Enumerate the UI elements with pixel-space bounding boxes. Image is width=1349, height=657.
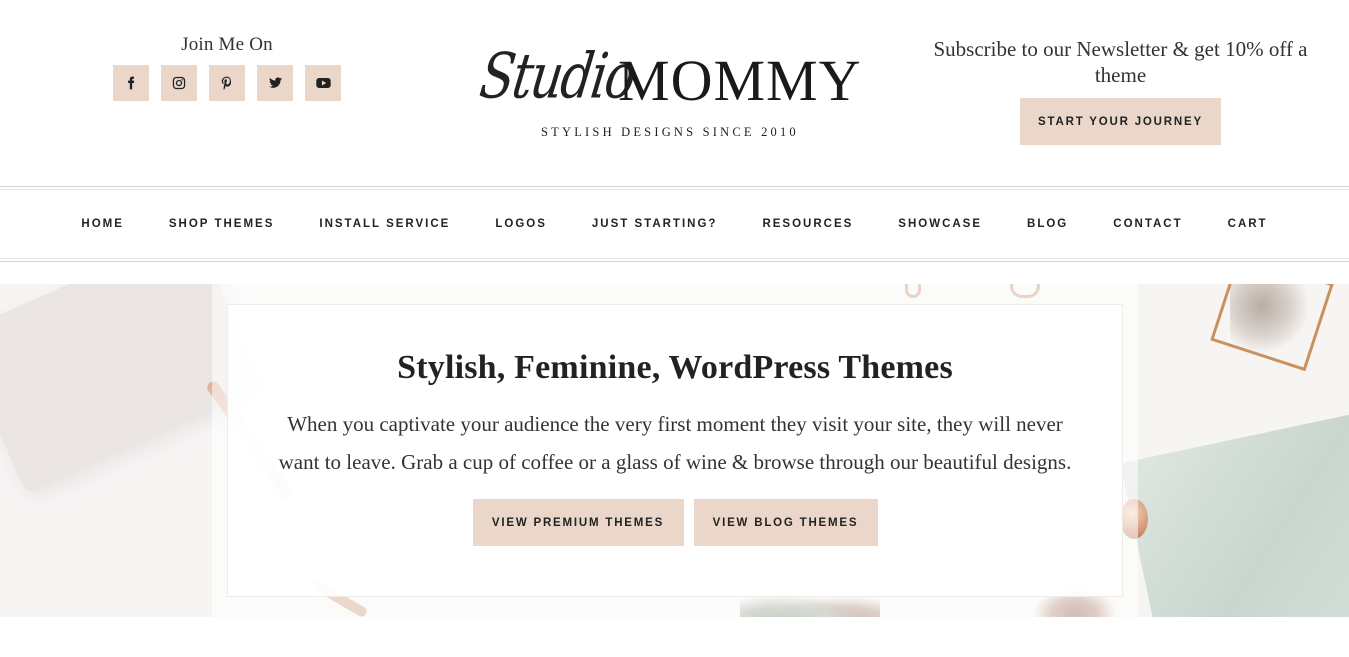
- view-blog-themes-button[interactable]: VIEW BLOG THEMES: [693, 499, 878, 546]
- main-nav: HOME SHOP THEMES INSTALL SERVICE LOGOS J…: [0, 186, 1349, 262]
- facebook-icon: [128, 76, 135, 90]
- nav-item-contact[interactable]: CONTACT: [1113, 218, 1182, 230]
- hero-title: Stylish, Feminine, WordPress Themes: [397, 349, 953, 386]
- nav-item-showcase[interactable]: SHOWCASE: [898, 218, 982, 230]
- nav-item-install-service[interactable]: INSTALL SERVICE: [319, 218, 450, 230]
- hero-section: Stylish, Feminine, WordPress Themes When…: [0, 284, 1349, 617]
- twitter-icon: [268, 77, 282, 88]
- social-icons: [113, 65, 341, 101]
- nav-list: HOME SHOP THEMES INSTALL SERVICE LOGOS J…: [0, 187, 1349, 261]
- social-block: Join Me On: [113, 34, 341, 101]
- nav-item-home[interactable]: HOME: [81, 218, 124, 230]
- facebook-button[interactable]: [113, 65, 149, 101]
- pinterest-icon: [221, 76, 232, 90]
- logo-main: MOMMY: [618, 48, 862, 113]
- logo-script: Studio: [475, 40, 639, 113]
- instagram-icon: [172, 76, 186, 90]
- newsletter-block: Subscribe to our Newsletter & get 10% of…: [928, 36, 1313, 145]
- nav-item-blog[interactable]: BLOG: [1027, 218, 1068, 230]
- hero-card: Stylish, Feminine, WordPress Themes When…: [227, 304, 1123, 597]
- nav-item-cart[interactable]: CART: [1228, 218, 1268, 230]
- frame-decoration: [1210, 284, 1334, 372]
- instagram-button[interactable]: [161, 65, 197, 101]
- twitter-button[interactable]: [257, 65, 293, 101]
- hero-text: When you captivate your audience the ver…: [278, 412, 1072, 474]
- nav-item-shop-themes[interactable]: SHOP THEMES: [169, 218, 275, 230]
- pinterest-button[interactable]: [209, 65, 245, 101]
- view-premium-themes-button[interactable]: VIEW PREMIUM THEMES: [472, 499, 684, 546]
- hero-buttons: VIEW PREMIUM THEMES VIEW BLOG THEMES: [228, 499, 1122, 546]
- nav-item-just-starting[interactable]: JUST STARTING?: [592, 218, 718, 230]
- newsletter-text: Subscribe to our Newsletter & get 10% of…: [933, 37, 1308, 87]
- fabric-decoration: [1119, 409, 1349, 617]
- logo-tagline: STYLISH DESIGNS SINCE 2010: [541, 125, 799, 139]
- start-journey-button[interactable]: START YOUR JOURNEY: [1020, 98, 1221, 145]
- site-logo[interactable]: Studio MOMMY STYLISH DESIGNS SINCE 2010: [475, 36, 878, 146]
- youtube-button[interactable]: [305, 65, 341, 101]
- nav-item-resources[interactable]: RESOURCES: [762, 218, 853, 230]
- social-title: Join Me On: [181, 34, 273, 55]
- site-header: Join Me On Studio MOMMY STYLISH DESIGNS …: [0, 0, 1349, 186]
- youtube-icon: [315, 78, 331, 88]
- nav-item-logos[interactable]: LOGOS: [495, 218, 547, 230]
